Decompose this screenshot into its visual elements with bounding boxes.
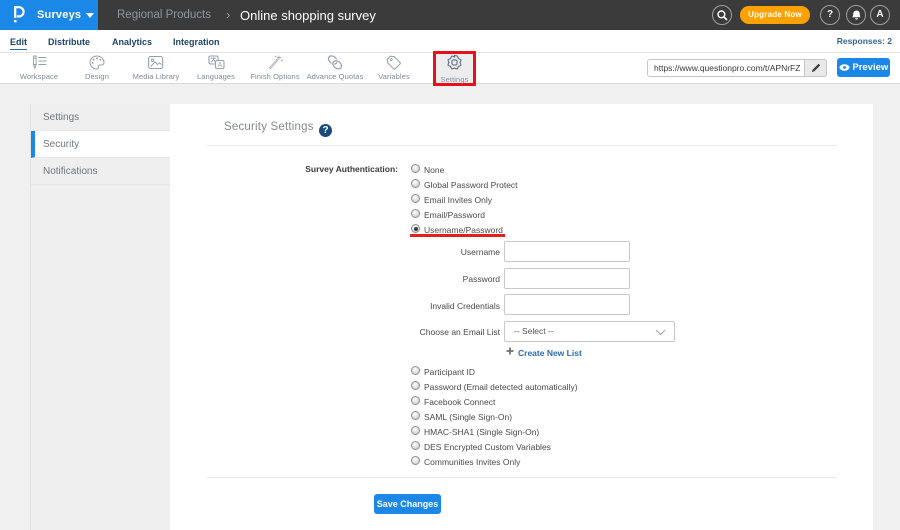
svg-text:A: A xyxy=(217,62,222,69)
